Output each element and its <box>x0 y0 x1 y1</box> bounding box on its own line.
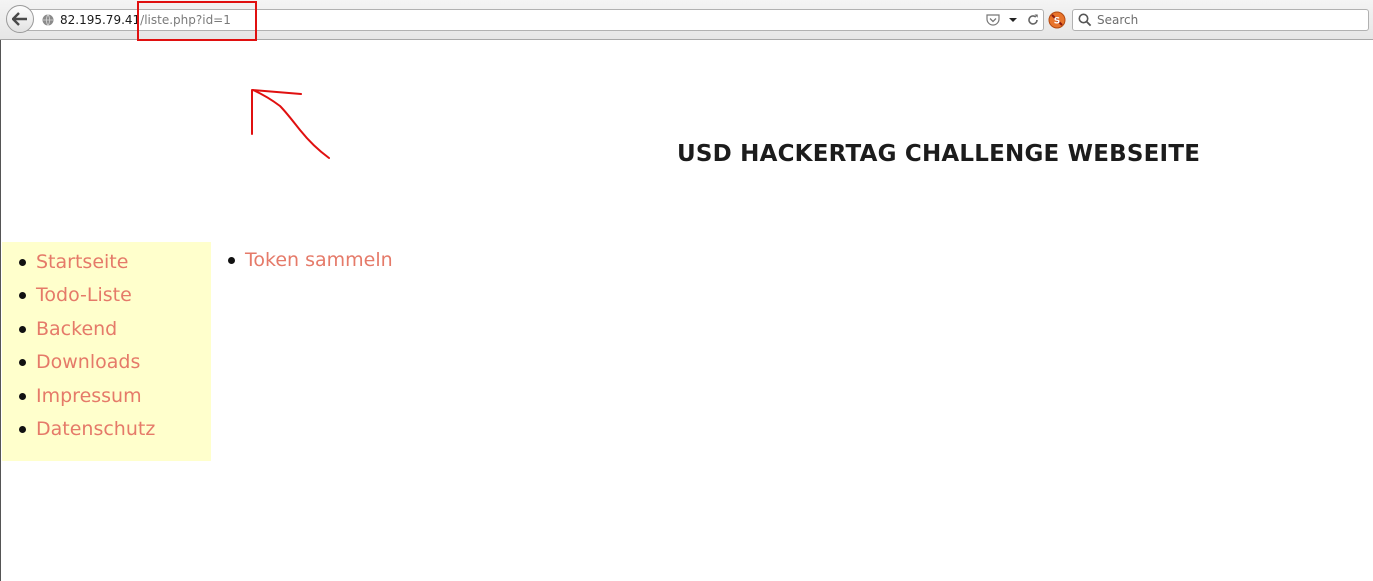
search-icon <box>1078 13 1092 27</box>
svg-text:S: S <box>1054 17 1060 27</box>
nav-item-impressum: Impressum <box>19 384 142 408</box>
bullet <box>19 425 26 433</box>
nav-link-todo-liste[interactable]: Todo-Liste <box>36 284 132 306</box>
url-host: 82.195.79.41 <box>60 13 141 27</box>
back-button[interactable] <box>6 5 34 33</box>
dropdown-arrow-icon[interactable] <box>1005 12 1021 28</box>
back-arrow-icon <box>12 12 27 26</box>
nav-link-datenschutz[interactable]: Datenschutz <box>36 418 155 440</box>
nav-link-backend[interactable]: Backend <box>36 318 117 340</box>
nav-link-downloads[interactable]: Downloads <box>36 351 140 373</box>
browser-toolbar: 82.195.79.41/liste.php?id=1 S Search <box>0 0 1373 40</box>
search-input[interactable] <box>1097 12 1357 28</box>
search-bar[interactable] <box>1072 9 1369 31</box>
url-bar[interactable]: 82.195.79.41/liste.php?id=1 <box>26 9 1044 31</box>
nav-link-impressum[interactable]: Impressum <box>36 385 142 407</box>
page-title: USD HACKERTAG CHALLENGE WEBSEITE <box>677 141 1201 167</box>
nav-item-startseite: Startseite <box>19 250 128 274</box>
token-sammeln-link[interactable]: Token sammeln <box>245 249 393 271</box>
pocket-icon[interactable] <box>985 12 1001 28</box>
nav-item-backend: Backend <box>19 317 117 341</box>
sidebar-nav: Startseite Todo-Liste Backend Downloads … <box>2 242 211 461</box>
list-item: Token sammeln <box>228 248 393 272</box>
url-path: /liste.php?id=1 <box>140 13 231 27</box>
nav-item-downloads: Downloads <box>19 350 140 374</box>
web-page: USD HACKERTAG CHALLENGE WEBSEITE Startse… <box>0 40 1373 581</box>
globe-icon <box>42 14 54 26</box>
bullet <box>19 291 26 299</box>
reload-icon[interactable] <box>1025 12 1041 28</box>
nav-link-startseite[interactable]: Startseite <box>36 251 128 273</box>
bullet <box>19 258 26 266</box>
url-text[interactable]: 82.195.79.41/liste.php?id=1 <box>60 13 231 27</box>
nav-item-todo-liste: Todo-Liste <box>19 283 132 307</box>
nav-item-datenschutz: Datenschutz <box>19 417 155 441</box>
bullet <box>19 392 26 400</box>
bullet <box>228 256 235 264</box>
bullet <box>19 325 26 333</box>
noscript-icon[interactable]: S <box>1048 11 1066 29</box>
bullet <box>19 358 26 366</box>
